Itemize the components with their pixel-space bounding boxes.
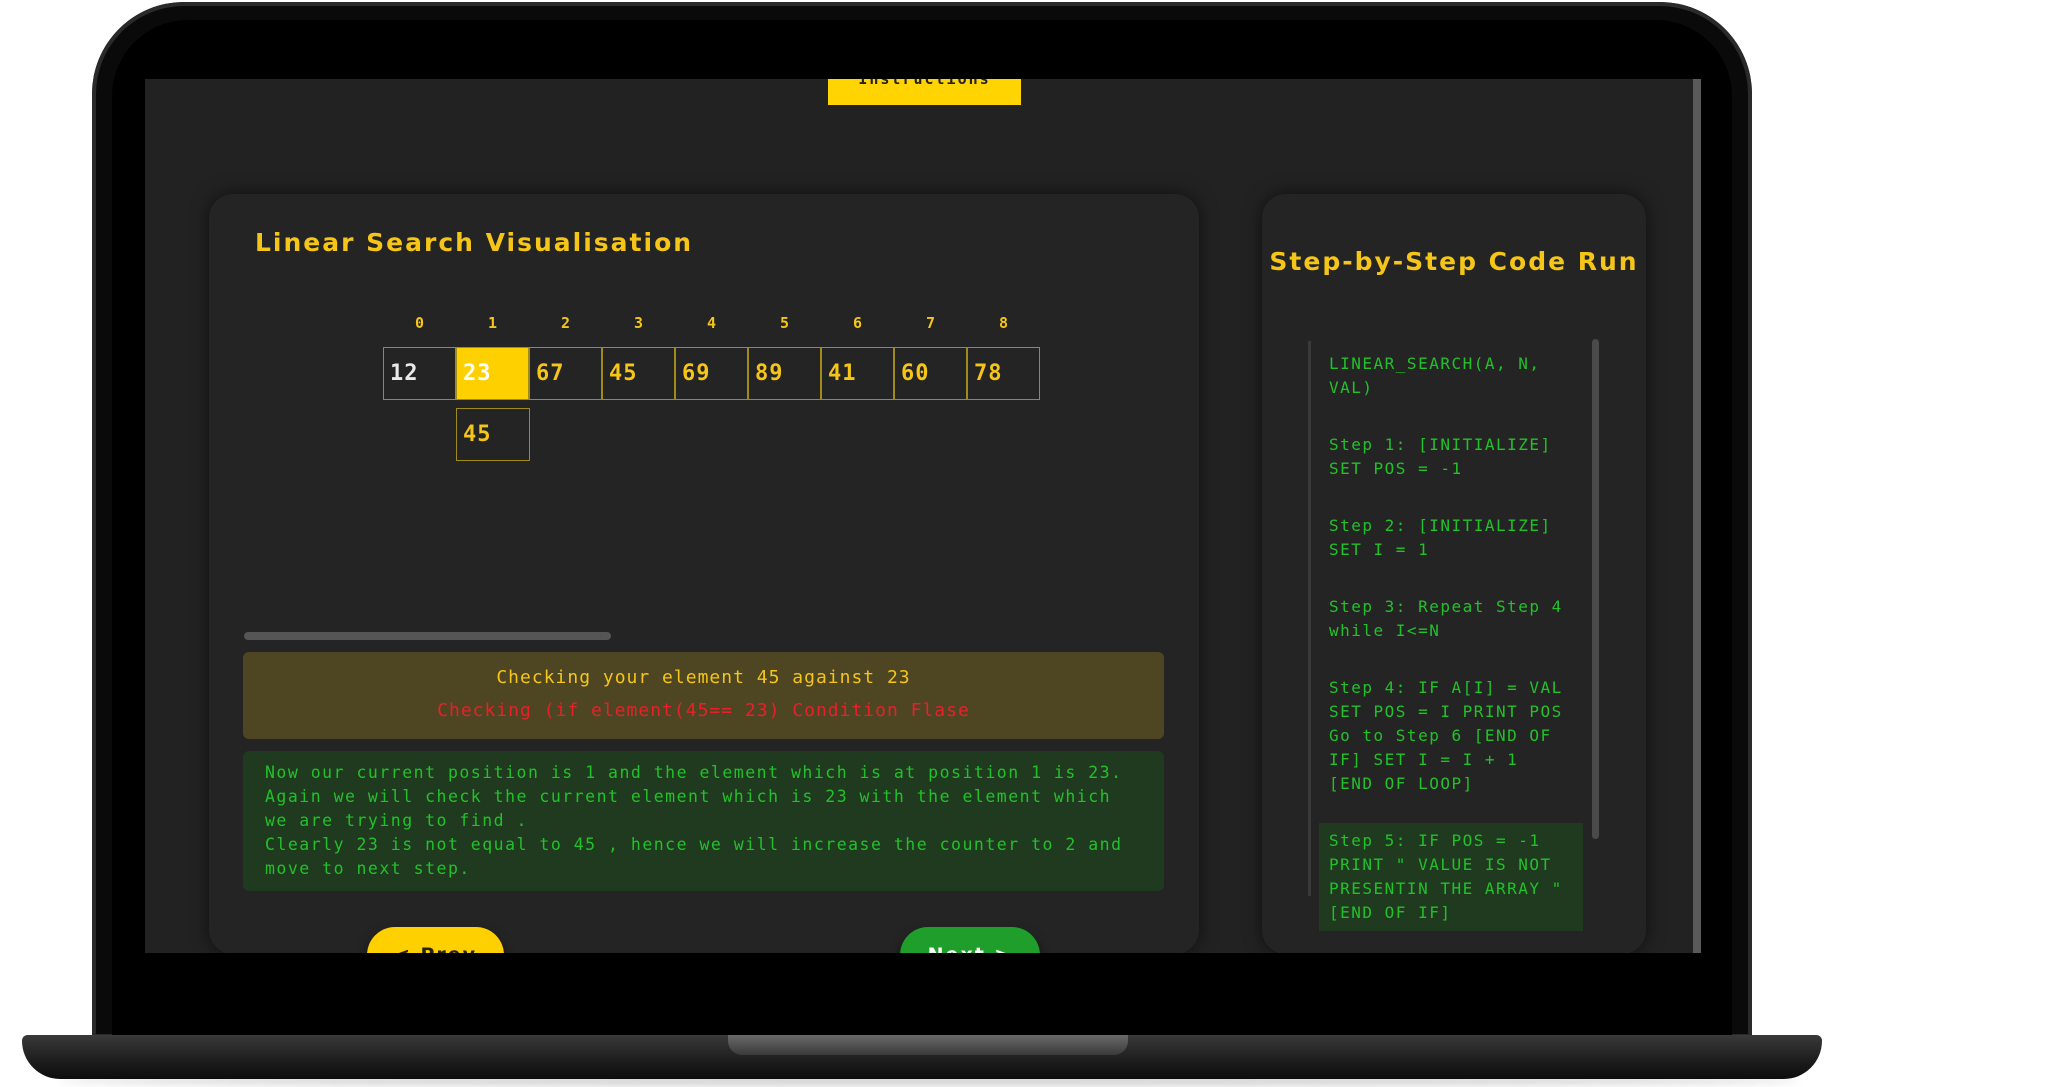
array-indices: 0 1 2 3 4 5 6 7 8: [383, 314, 1040, 332]
panel-title: Linear Search Visualisation: [255, 228, 694, 257]
code-step: Step 2: [INITIALIZE] SET I = 1: [1329, 516, 1552, 559]
array-cells: 12 23 67 45 69 89 41 60 78: [383, 347, 1040, 400]
prev-button[interactable]: < Prev: [367, 927, 504, 953]
code-divider: [1308, 341, 1311, 896]
array-index: 8: [998, 314, 1009, 332]
array-cell: 89: [748, 347, 821, 400]
array-cell: 60: [894, 347, 967, 400]
code-panel-title: Step-by-Step Code Run: [1269, 247, 1639, 276]
code-step-list: LINEAR_SEARCH(A, N, VAL) Step 1: [INITIA…: [1319, 346, 1583, 952]
array-index: 3: [633, 314, 644, 332]
array-cell: 12: [383, 347, 456, 400]
array-cell: 41: [821, 347, 894, 400]
array-index: 6: [852, 314, 863, 332]
instructions-tab[interactable]: Instructions: [828, 79, 1021, 105]
code-scrollbar[interactable]: [1592, 339, 1599, 839]
search-target-cell: 45: [456, 408, 530, 461]
code-step-active: Step 5: IF POS = -1 PRINT " VALUE IS NOT…: [1319, 823, 1583, 931]
status-message: Checking your element 45 against 23: [496, 667, 911, 688]
array-cell: 78: [967, 347, 1040, 400]
explanation-line: Again we will check the current element …: [265, 787, 1112, 830]
code-run-panel: Step-by-Step Code Run LINEAR_SEARCH(A, N…: [1262, 194, 1646, 953]
explanation-box: Now our current position is 1 and the el…: [243, 751, 1164, 891]
array-index: 5: [779, 314, 790, 332]
explanation-line: Clearly 23 is not equal to 45 , hence we…: [265, 835, 1123, 878]
progress-bar: [244, 632, 611, 640]
visualisation-panel: Linear Search Visualisation 0 1 2 3 4 5 …: [209, 194, 1199, 953]
laptop-hinge-notch: [728, 1035, 1128, 1055]
array-index: 4: [706, 314, 717, 332]
explanation-line: Now our current position is 1 and the el…: [265, 763, 1123, 782]
status-box: Checking your element 45 against 23 Chec…: [243, 652, 1164, 739]
array-cell-active: 23: [456, 347, 529, 400]
array-index: 2: [560, 314, 571, 332]
code-step: Step 1: [INITIALIZE] SET POS = -1: [1329, 435, 1552, 478]
array-cell: 69: [675, 347, 748, 400]
app-screen: Instructions Linear Search Visualisation…: [145, 79, 1701, 953]
array-cell: 67: [529, 347, 602, 400]
array-cell: 45: [602, 347, 675, 400]
code-step: LINEAR_SEARCH(A, N, VAL): [1329, 354, 1541, 397]
code-step: Step 4: IF A[I] = VAL SET POS = I PRINT …: [1329, 678, 1563, 793]
code-step: Step 3: Repeat Step 4 while I<=N: [1329, 597, 1563, 640]
condition-message: Checking (if element(45== 23) Condition …: [437, 700, 970, 721]
array-index: 1: [487, 314, 498, 332]
page-scrollbar[interactable]: [1693, 79, 1701, 953]
array-index: 0: [414, 314, 425, 332]
next-button[interactable]: Next >: [900, 927, 1040, 953]
array-index: 7: [925, 314, 936, 332]
